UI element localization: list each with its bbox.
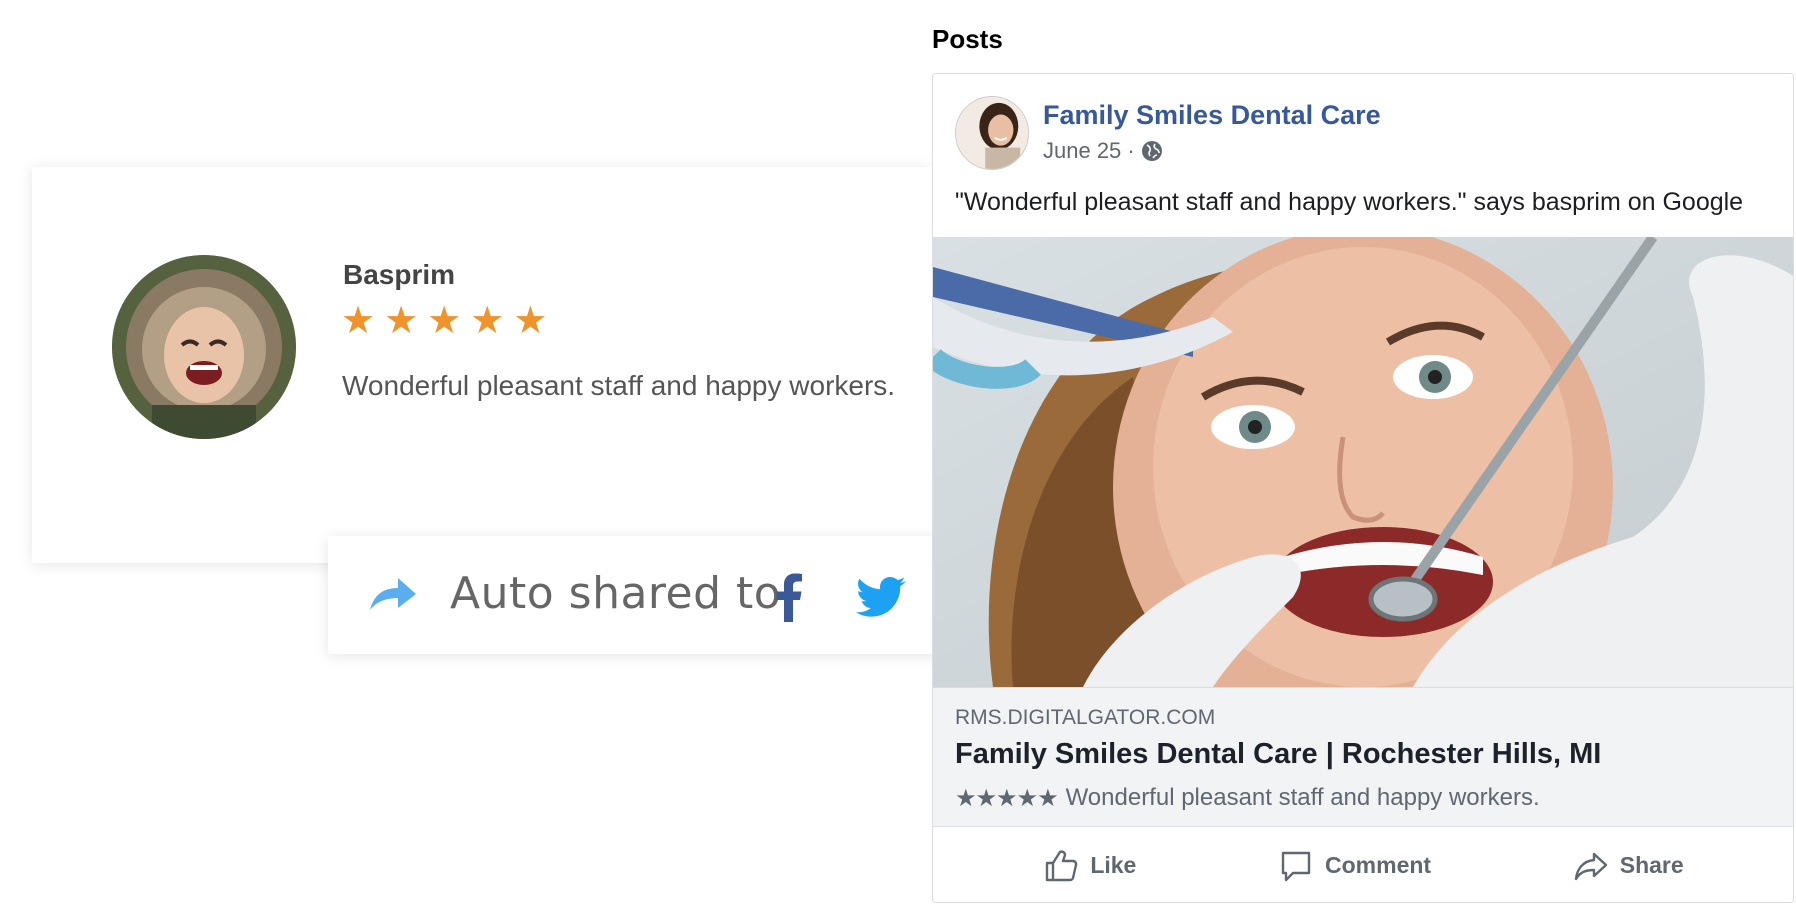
review-text: Wonderful pleasant staff and happy worke… <box>342 370 896 401</box>
link-description-text: Wonderful pleasant staff and happy worke… <box>1065 784 1540 811</box>
review-card: Basprim ★ ★ ★ ★ ★ Wonderful pleasant sta… <box>32 167 932 563</box>
thumbs-up-icon <box>1046 849 1078 881</box>
facebook-icon[interactable] <box>770 572 806 622</box>
star-icon: ★ <box>341 298 376 342</box>
like-label: Like <box>1090 852 1137 878</box>
like-button[interactable]: Like <box>1044 849 1136 883</box>
auto-share-bar: Auto shared to <box>328 536 968 654</box>
posts-heading: Posts <box>932 24 1003 54</box>
star-rating: ★ ★ ★ ★ ★ <box>341 301 547 339</box>
facebook-post: Family Smiles Dental Care June 25 · "Won… <box>932 73 1794 903</box>
star-icon: ★ <box>384 298 419 342</box>
post-date[interactable]: June 25 · <box>1043 138 1135 164</box>
post-action-bar: Like Comment Share <box>933 827 1793 902</box>
comment-button[interactable]: Comment <box>1279 849 1431 883</box>
share-arrow-icon <box>370 578 416 610</box>
share-button[interactable]: Share <box>1574 849 1684 883</box>
link-preview[interactable]: RMS.DIGITALGATOR.COM Family Smiles Denta… <box>933 687 1793 827</box>
share-icon <box>1574 852 1607 880</box>
star-icon: ★ <box>513 298 548 342</box>
star-icon: ★ <box>427 298 462 342</box>
post-image[interactable] <box>933 237 1793 687</box>
link-description: ★★★★★ Wonderful pleasant staff and happy… <box>955 784 1540 812</box>
share-label: Share <box>1619 852 1684 878</box>
reviewer-avatar <box>112 255 296 439</box>
comment-label: Comment <box>1325 852 1432 878</box>
comment-icon <box>1281 851 1311 881</box>
link-domain: RMS.DIGITALGATOR.COM <box>955 706 1216 729</box>
globe-icon <box>1141 141 1162 161</box>
post-text: "Wonderful pleasant staff and happy work… <box>955 188 1744 216</box>
page-avatar[interactable] <box>955 96 1029 170</box>
reviewer-name: Basprim <box>343 259 456 290</box>
twitter-icon[interactable] <box>856 576 906 618</box>
page-name-link[interactable]: Family Smiles Dental Care <box>1043 100 1381 131</box>
star-icon: ★ <box>470 298 505 342</box>
post-meta: June 25 · <box>1043 138 1163 164</box>
link-star-icons: ★★★★★ <box>955 784 1059 812</box>
auto-shared-label: Auto shared to <box>450 568 782 619</box>
link-title[interactable]: Family Smiles Dental Care | Rochester Hi… <box>955 738 1601 771</box>
